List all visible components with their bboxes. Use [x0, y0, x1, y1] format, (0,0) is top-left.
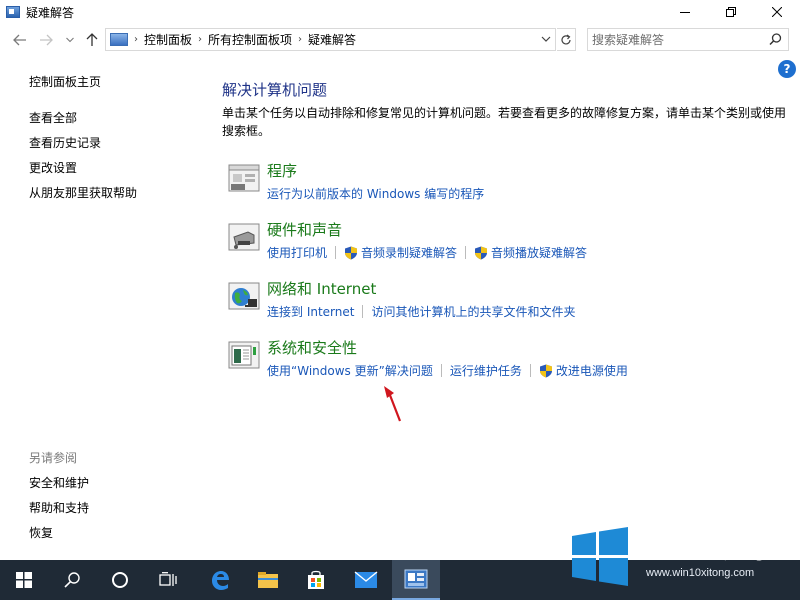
mail-button[interactable] [342, 560, 390, 600]
start-icon [16, 572, 32, 588]
up-arrow-icon [86, 33, 98, 46]
use-printer-link[interactable]: 使用打印机 [267, 244, 327, 261]
search-icon[interactable] [769, 33, 782, 46]
start-button[interactable] [0, 560, 48, 600]
edge-icon [212, 571, 229, 590]
view-history-link[interactable]: 查看历史记录 [29, 134, 101, 151]
cortana-icon [112, 572, 128, 588]
category-system-security-title[interactable]: 系统和安全性 [267, 337, 357, 358]
watermark-brand: Win10 之家 [642, 534, 774, 564]
breadcrumb-control-panel[interactable]: 控制面板 [144, 31, 192, 48]
back-arrow-icon [13, 34, 26, 46]
uac-shield-icon [539, 364, 552, 377]
change-settings-link[interactable]: 更改设置 [29, 159, 77, 176]
mail-icon [354, 571, 378, 588]
uac-shield-icon [345, 246, 358, 259]
search-input[interactable] [588, 29, 758, 50]
up-button[interactable] [82, 30, 102, 50]
refresh-button[interactable] [557, 28, 576, 51]
watermark: Win10 之家 www.win10xitong.com [566, 525, 798, 591]
page-title: 解决计算机问题 [222, 81, 328, 99]
link-divider [529, 364, 531, 377]
audio-playback-troubleshoot-link[interactable]: 音频播放疑难解答 [491, 244, 587, 261]
annotation-arrow-icon [384, 386, 402, 422]
category-programs-title[interactable]: 程序 [267, 160, 297, 181]
taskbar-search-button[interactable] [48, 560, 96, 600]
refresh-icon [561, 34, 571, 44]
chevron-down-icon[interactable] [541, 34, 551, 44]
search-box[interactable] [587, 28, 789, 51]
view-all-link[interactable]: 查看全部 [29, 109, 77, 126]
recent-locations-button[interactable] [60, 30, 80, 50]
search-icon [64, 572, 80, 588]
programs-icon [228, 164, 260, 192]
minimize-icon [680, 12, 690, 13]
forward-button[interactable] [36, 30, 56, 50]
recovery-link[interactable]: 恢复 [29, 524, 53, 541]
connect-internet-link[interactable]: 连接到 Internet [267, 303, 354, 320]
store-button[interactable] [292, 560, 340, 600]
audio-recording-troubleshoot-link[interactable]: 音频录制疑难解答 [361, 244, 457, 261]
address-bar[interactable]: › 控制面板 › 所有控制面板项 › 疑难解答 [105, 28, 556, 51]
chevron-right-icon[interactable]: › [298, 34, 302, 45]
link-divider [440, 364, 442, 377]
run-maintenance-link[interactable]: 运行维护任务 [450, 362, 522, 379]
edge-button[interactable] [196, 560, 244, 600]
get-help-from-friend-link[interactable]: 从朋友那里获取帮助 [29, 184, 137, 201]
chevron-right-icon[interactable]: › [198, 34, 202, 45]
link-divider [465, 246, 467, 259]
system-security-icon [228, 341, 260, 369]
windows-logo-icon [572, 527, 628, 586]
windows-update-troubleshoot-link[interactable]: 使用“Windows 更新”解决问题 [267, 362, 433, 379]
breadcrumb-troubleshooting[interactable]: 疑难解答 [308, 31, 356, 48]
task-view-icon [159, 572, 177, 586]
link-divider [335, 246, 337, 259]
task-view-button[interactable] [144, 560, 192, 600]
close-icon [772, 7, 782, 17]
file-explorer-button[interactable] [244, 560, 292, 600]
link-divider [362, 305, 364, 318]
shared-files-link[interactable]: 访问其他计算机上的共享文件和文件夹 [371, 303, 575, 320]
window-controls [662, 0, 800, 24]
help-button[interactable]: ? [778, 60, 796, 78]
watermark-url: www.win10xitong.com [646, 567, 755, 579]
network-globe-icon [228, 282, 260, 310]
troubleshooting-app-icon [6, 6, 20, 18]
printer-icon [228, 223, 260, 251]
minimize-button[interactable] [662, 0, 708, 24]
back-button[interactable] [10, 30, 30, 50]
file-explorer-icon [258, 572, 278, 588]
breadcrumb-all-items[interactable]: 所有控制面板项 [208, 31, 292, 48]
uac-shield-icon [475, 246, 488, 259]
run-legacy-programs-link[interactable]: 运行为以前版本的 Windows 编写的程序 [267, 185, 484, 202]
title-bar: 疑难解答 [0, 0, 800, 24]
chevron-right-icon[interactable]: › [134, 34, 138, 45]
control-panel-icon [404, 569, 428, 589]
close-button[interactable] [754, 0, 800, 24]
window-title: 疑难解答 [26, 5, 75, 20]
see-also-heading: 另请参阅 [29, 451, 78, 465]
control-panel-taskbar-button[interactable] [392, 560, 440, 600]
category-hardware-sound-title[interactable]: 硬件和声音 [267, 219, 342, 240]
chevron-down-icon [66, 37, 74, 43]
improve-power-usage-link[interactable]: 改进电源使用 [556, 362, 628, 379]
store-icon [308, 570, 324, 589]
forward-arrow-icon [40, 34, 53, 46]
help-support-link[interactable]: 帮助和支持 [29, 499, 89, 516]
control-panel-home-link[interactable]: 控制面板主页 [29, 73, 101, 90]
cortana-button[interactable] [96, 560, 144, 600]
page-description: 单击某个任务以自动排除和修复常见的计算机问题。若要查看更多的故障修复方案，请单击… [222, 106, 787, 138]
category-network-internet-title[interactable]: 网络和 Internet [267, 278, 376, 299]
navigation-bar: › 控制面板 › 所有控制面板项 › 疑难解答 [0, 26, 800, 54]
security-maintenance-link[interactable]: 安全和维护 [29, 474, 89, 491]
control-panel-icon [110, 33, 128, 46]
restore-button[interactable] [708, 0, 754, 24]
restore-icon [726, 7, 736, 17]
